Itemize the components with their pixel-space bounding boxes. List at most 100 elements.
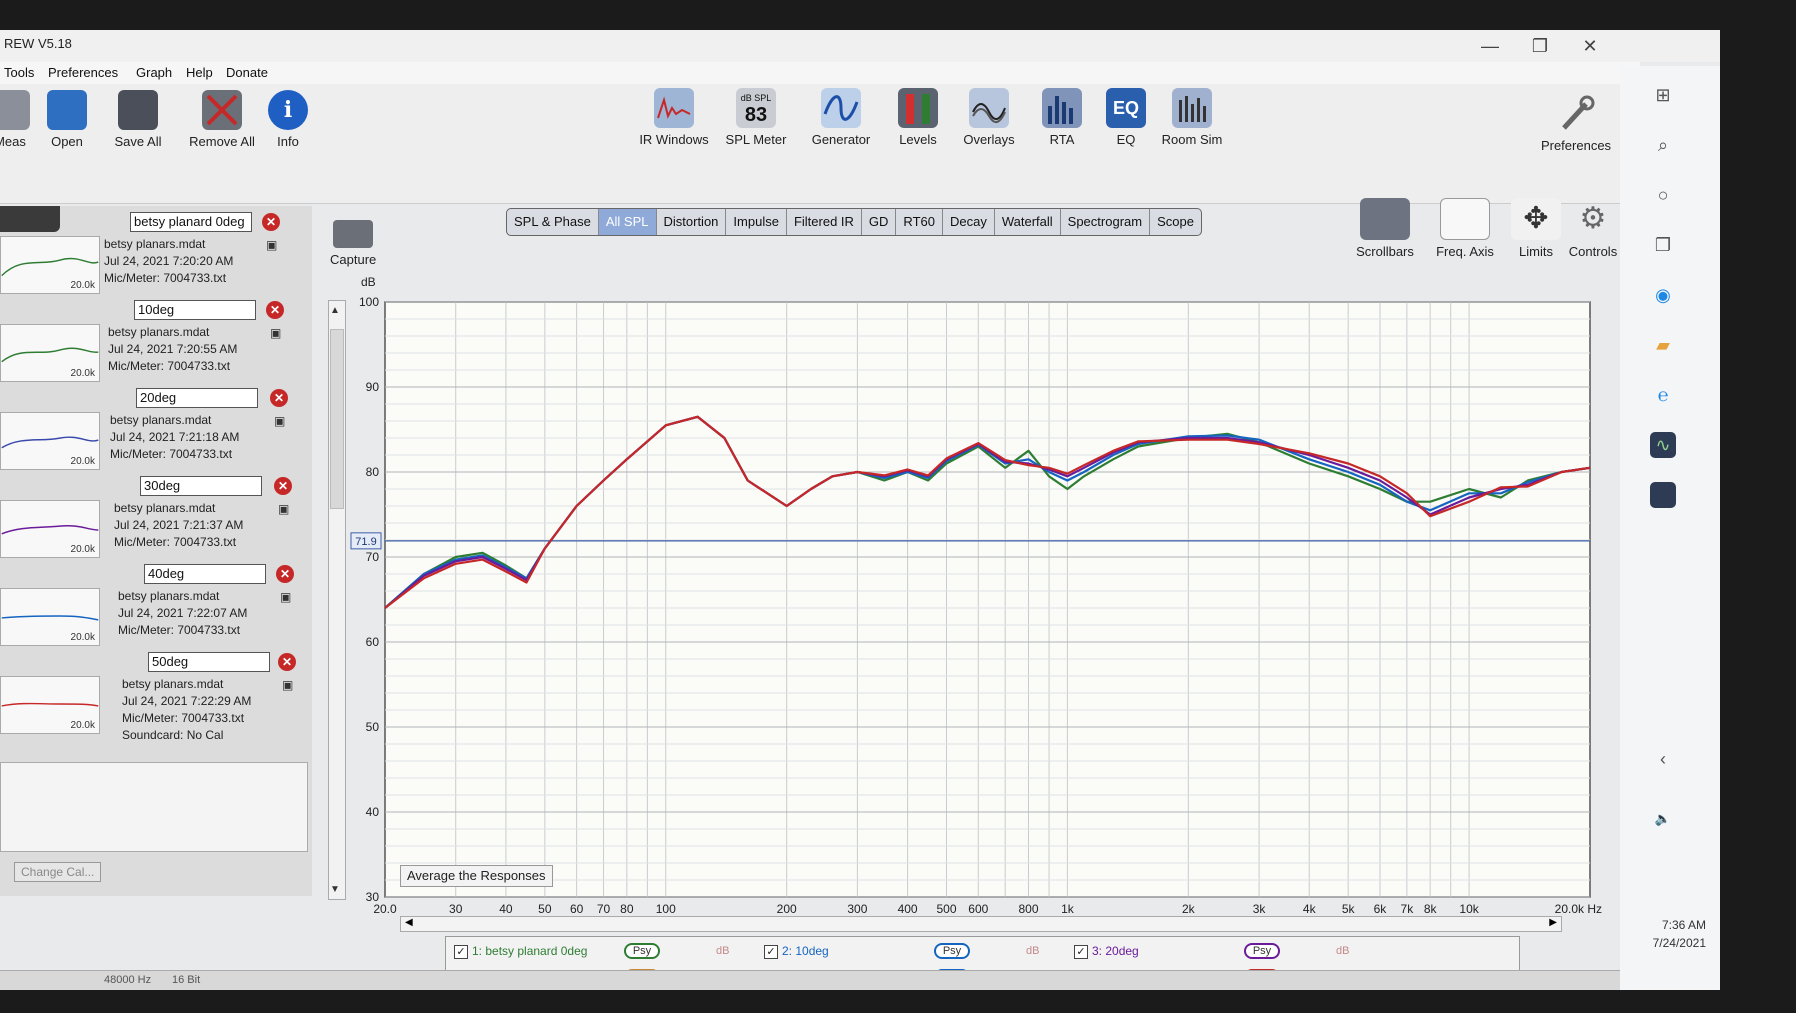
legend-checkbox[interactable]: ✓ (764, 944, 778, 959)
legend-db-offset[interactable]: dB (716, 945, 729, 957)
horizontal-scrollbar[interactable]: ◀ ▶ (400, 916, 1562, 932)
limits-button[interactable]: ✥ Limits (1506, 198, 1566, 259)
freq-axis-button[interactable]: Freq. Axis (1428, 198, 1502, 259)
maximize-button[interactable]: ❐ (1520, 34, 1560, 58)
eq-button[interactable]: EQ EQ (1104, 88, 1148, 147)
tab-rt60[interactable]: RT60 (896, 209, 943, 235)
controls-button[interactable]: ⚙ Controls (1562, 198, 1624, 259)
frequency-response-graph[interactable]: 30 40 50 60 70 80 90 100 dB 20.0 30 40 50 60 70 80 100 20… (345, 270, 1605, 920)
measurement-thumbnail: 20.0k (0, 412, 100, 470)
tab-gd[interactable]: GD (862, 209, 897, 235)
app-taskbar-icon[interactable] (1650, 482, 1676, 508)
measurement-item[interactable]: 20.0k 20deg ✕ betsy planars.mdat Jul 24, … (0, 382, 305, 470)
tab-impulse[interactable]: Impulse (726, 209, 787, 235)
edit-icon[interactable]: ▣ (282, 678, 296, 692)
legend-checkbox[interactable]: ✓ (1074, 944, 1088, 959)
tab-distortion[interactable]: Distortion (657, 209, 727, 235)
speaker-icon[interactable]: 🔈 (1650, 806, 1676, 832)
measure-button[interactable]: Meas (0, 90, 30, 149)
scroll-down-icon[interactable]: ▼ (330, 884, 340, 895)
cortana-icon[interactable]: ○ (1650, 182, 1676, 208)
close-button[interactable]: ✕ (1570, 34, 1610, 58)
rew-taskbar-icon[interactable]: ∿ (1650, 432, 1676, 458)
measurement-name-field[interactable]: 30deg (140, 476, 262, 496)
delete-measurement-button[interactable]: ✕ (270, 389, 288, 407)
edit-icon[interactable]: ▣ (266, 238, 280, 252)
legend-item[interactable]: ✓ 2: 10deg (764, 941, 829, 963)
measurement-name-field[interactable]: 10deg (134, 300, 256, 320)
spl-chart[interactable]: 30405060708090100dB20.0 30 40 50 60 70 80 100 20… (345, 270, 1605, 920)
measurement-item[interactable]: 20.0k betsy planard 0deg ✕ betsy planars… (0, 206, 305, 294)
spl-meter-button[interactable]: dB SPL 83 SPL Meter (722, 88, 790, 147)
tab-spectrogram[interactable]: Spectrogram (1061, 209, 1151, 235)
delete-measurement-button[interactable]: ✕ (278, 653, 296, 671)
rta-button[interactable]: RTA (1040, 88, 1084, 147)
legend-item[interactable]: ✓ 1: betsy planard 0deg (454, 941, 587, 963)
delete-measurement-button[interactable]: ✕ (266, 301, 284, 319)
measurement-name-field[interactable]: 50deg (148, 652, 270, 672)
overlays-button[interactable]: Overlays (960, 88, 1018, 147)
scroll-thumb[interactable] (330, 329, 344, 509)
info-button[interactable]: i Info (268, 90, 308, 149)
tab-decay[interactable]: Decay (943, 209, 995, 235)
legend-checkbox[interactable]: ✓ (454, 944, 468, 959)
system-clock[interactable]: 7:36 AM 7/24/2021 (1636, 916, 1706, 952)
scrollbars-button[interactable]: Scrollbars (1350, 198, 1420, 259)
edit-icon[interactable]: ▣ (278, 502, 292, 516)
x-tick-label: 800 (1018, 902, 1038, 916)
menu-preferences[interactable]: Preferences (48, 65, 118, 80)
measurement-thumbnail: 20.0k (0, 324, 100, 382)
ir-windows-button[interactable]: IR Windows (636, 88, 712, 147)
preferences-button[interactable]: Preferences (1536, 94, 1616, 153)
edit-icon[interactable]: ▣ (274, 414, 288, 428)
menu-graph[interactable]: Graph (136, 65, 172, 80)
room-sim-button[interactable]: Room Sim (1158, 88, 1226, 147)
tab-spl-phase[interactable]: SPL & Phase (507, 209, 599, 235)
edit-icon[interactable]: ▣ (270, 326, 284, 340)
levels-button[interactable]: Levels (896, 88, 940, 147)
legend-db-offset[interactable]: dB (1336, 945, 1349, 957)
ie-icon[interactable]: ℮ (1650, 382, 1676, 408)
delete-measurement-button[interactable]: ✕ (276, 565, 294, 583)
generator-button[interactable]: Generator (808, 88, 874, 147)
scroll-left-icon[interactable]: ◀ (405, 917, 413, 928)
change-cal-button[interactable]: Change Cal... (14, 862, 102, 882)
measurement-item[interactable]: 20.0k 10deg ✕ betsy planars.mdat Jul 24, … (0, 294, 305, 382)
edge-icon[interactable]: ◉ (1650, 282, 1676, 308)
psy-smoothing-button[interactable]: Psy (1244, 943, 1280, 959)
delete-measurement-button[interactable]: ✕ (262, 213, 280, 231)
measurement-item[interactable]: 20.0k 30deg ✕ betsy planars.mdat Jul 24, … (0, 470, 305, 558)
menu-help[interactable]: Help (186, 65, 213, 80)
psy-smoothing-button[interactable]: Psy (624, 943, 660, 959)
measurement-item[interactable]: 20.0k 50deg ✕ betsy planars.mdat Jul 24, … (0, 646, 305, 746)
windows-start-icon[interactable]: ⊞ (1650, 82, 1676, 108)
scroll-up-icon[interactable]: ▲ (330, 305, 340, 316)
delete-measurement-button[interactable]: ✕ (274, 477, 292, 495)
remove-all-button[interactable]: Remove All (184, 90, 260, 149)
average-responses-button[interactable]: Average the Responses (400, 865, 553, 887)
tab-filtered-ir[interactable]: Filtered IR (787, 209, 862, 235)
menu-donate[interactable]: Donate (226, 65, 268, 80)
chevron-left-icon[interactable]: ‹ (1650, 746, 1676, 772)
edit-icon[interactable]: ▣ (280, 590, 294, 604)
task-view-icon[interactable]: ❐ (1650, 232, 1676, 258)
psy-smoothing-button[interactable]: Psy (934, 943, 970, 959)
save-all-button[interactable]: Save All (108, 90, 168, 149)
open-button[interactable]: Open (42, 90, 92, 149)
tab-waterfall[interactable]: Waterfall (995, 209, 1061, 235)
measurement-item[interactable]: 20.0k 40deg ✕ betsy planars.mdat Jul 24, … (0, 558, 305, 646)
file-explorer-icon[interactable]: ▰ (1650, 332, 1676, 358)
tab-all-spl[interactable]: All SPL (598, 209, 657, 235)
search-icon[interactable]: ⌕ (1650, 132, 1676, 158)
tab-scope[interactable]: Scope (1150, 209, 1201, 235)
scroll-right-icon[interactable]: ▶ (1549, 917, 1557, 928)
minimize-button[interactable]: — (1470, 34, 1510, 58)
legend-item[interactable]: ✓ 3: 20deg (1074, 941, 1139, 963)
measurement-name-field[interactable]: 20deg (136, 388, 258, 408)
measurements-scrollbar[interactable]: ▲ ▼ (328, 300, 346, 900)
measurement-name-field[interactable]: 40deg (144, 564, 266, 584)
measurement-name-field[interactable]: betsy planard 0deg (130, 212, 252, 232)
menu-tools[interactable]: Tools (4, 65, 34, 80)
capture-button[interactable]: Capture (330, 220, 376, 267)
legend-db-offset[interactable]: dB (1026, 945, 1039, 957)
